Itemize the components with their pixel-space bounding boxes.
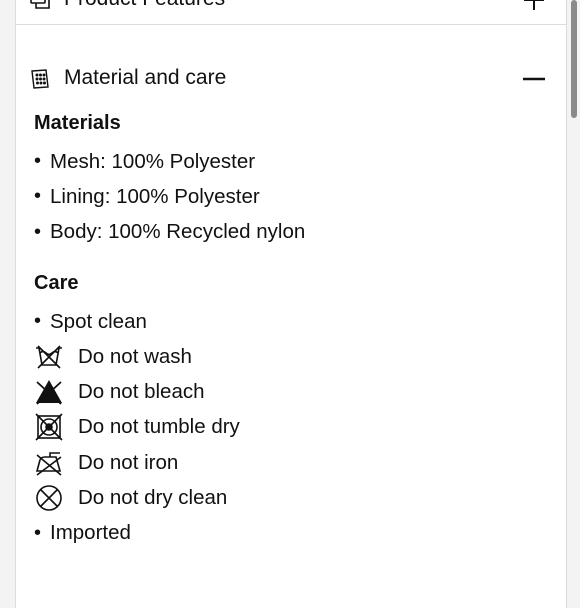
do-not-iron-icon <box>34 448 64 478</box>
materials-title: Materials <box>34 112 121 134</box>
care-item-text: Spot clean <box>50 309 147 333</box>
bullet: • <box>34 150 42 173</box>
plus-icon[interactable] <box>522 0 546 12</box>
care-title: Care <box>34 271 79 294</box>
list-item: • Mesh: 100% Polyester <box>34 144 554 179</box>
care-list: • Spot clean Do not wash Do not bleach D… <box>34 304 554 551</box>
list-item: Do not iron <box>34 445 554 480</box>
list-item: Do not wash <box>34 339 554 374</box>
list-item: • Spot clean <box>34 304 554 339</box>
materials-list: • Mesh: 100% Polyester • Lining: 100% Po… <box>34 144 554 250</box>
care-item-text: Do not tumble dry <box>78 415 240 439</box>
accordion-material-care-label: Material and care <box>64 66 227 89</box>
material-care-content: Materials • Mesh: 100% Polyester • Linin… <box>34 108 554 551</box>
bullet: • <box>34 220 42 243</box>
do-not-tumble-dry-icon <box>34 412 64 442</box>
bullet: • <box>34 310 42 333</box>
scrollbar[interactable] <box>571 0 577 118</box>
material-item-text: Lining: 100% Polyester <box>50 184 260 208</box>
accordion-material-care[interactable]: Material and care <box>16 53 566 105</box>
list-item: • Lining: 100% Polyester <box>34 179 554 214</box>
accordion-product-features-label: Product Features <box>64 0 225 11</box>
care-item-text: Do not dry clean <box>78 486 228 510</box>
bullet: • <box>34 185 42 208</box>
do-not-wash-icon <box>34 342 64 372</box>
product-details-panel: Product Features Material and care Mater… <box>15 0 567 608</box>
list-item: • Imported <box>34 516 554 551</box>
product-features-icon <box>28 0 52 12</box>
bullet: • <box>34 521 42 544</box>
divider <box>16 24 566 25</box>
material-item-text: Mesh: 100% Polyester <box>50 149 256 173</box>
care-item-text: Do not wash <box>78 344 192 368</box>
care-item-text: Imported <box>50 521 131 545</box>
list-item: Do not dry clean <box>34 480 554 515</box>
minus-icon[interactable] <box>522 67 546 91</box>
care-item-text: Do not bleach <box>78 380 205 404</box>
accordion-product-features[interactable]: Product Features <box>16 0 566 26</box>
care-item-text: Do not iron <box>78 450 179 474</box>
list-item: • Body: 100% Recycled nylon <box>34 215 554 250</box>
list-item: Do not tumble dry <box>34 410 554 445</box>
material-care-icon <box>28 67 52 91</box>
list-item: Do not bleach <box>34 374 554 409</box>
material-item-text: Body: 100% Recycled nylon <box>50 220 306 244</box>
do-not-dry-clean-icon <box>34 483 64 513</box>
do-not-bleach-icon <box>34 377 64 407</box>
